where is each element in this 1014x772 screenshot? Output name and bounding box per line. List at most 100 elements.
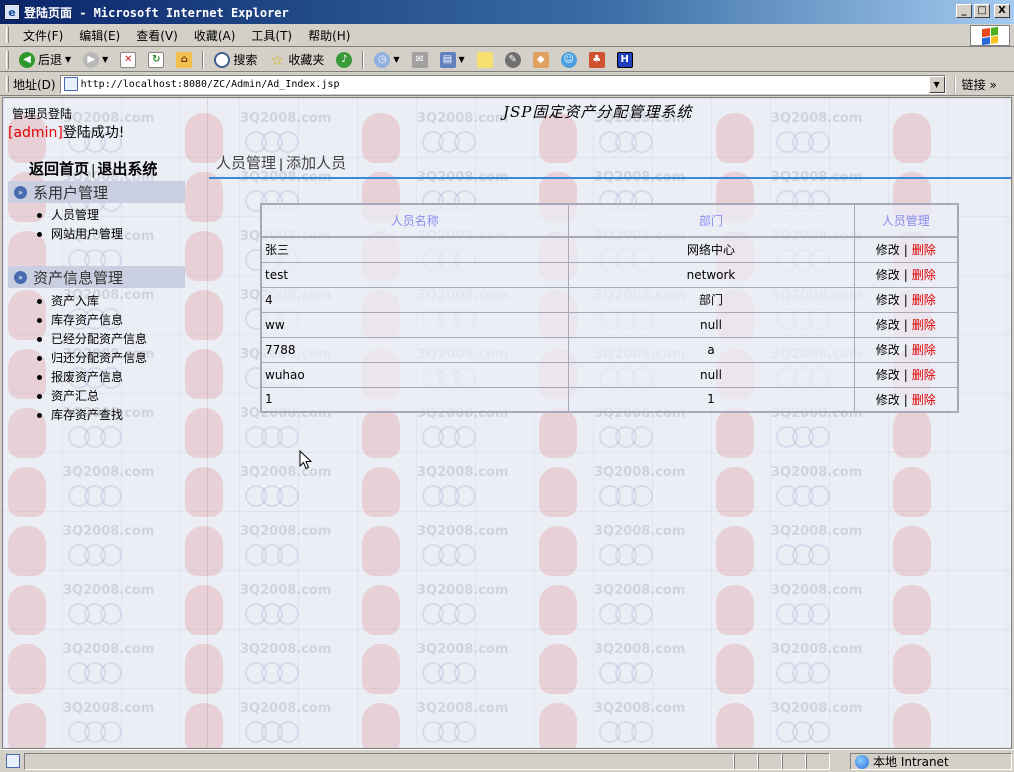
sidebar-item-site-users[interactable]: 网站用户管理 (36, 225, 123, 244)
media-button[interactable]: ♪ (332, 49, 356, 71)
address-input[interactable]: http://localhost:8080/ZC/Admin/Ad_Index.… (59, 74, 946, 94)
cell-department: 部门 (567, 286, 855, 313)
forward-button[interactable]: ▶ ▼ (79, 49, 112, 71)
status-bar: 本地 Intranet (0, 749, 1014, 772)
back-button[interactable]: ◀ 后退 ▼ (15, 49, 75, 71)
sidebar-item-scrapped-assets[interactable]: 报废资产信息 (36, 368, 147, 387)
menu-view[interactable]: 查看(V) (128, 27, 186, 44)
home-icon: ⌂ (176, 51, 193, 68)
messenger-button[interactable]: ☺ (557, 49, 581, 71)
sidebar-item-asset-inbound[interactable]: 资产入库 (36, 292, 147, 311)
print-dropdown-icon[interactable]: ▼ (459, 55, 465, 64)
edit-link[interactable]: 修改 (876, 368, 900, 382)
delete-link[interactable]: 删除 (912, 318, 936, 332)
intranet-globe-icon (855, 754, 869, 769)
status-text-cell (24, 752, 734, 770)
cell-department: 网络中心 (567, 236, 855, 263)
status-cell (782, 752, 806, 770)
search-label: 搜索 (233, 53, 258, 67)
home-link[interactable]: 返回首页 (29, 160, 89, 178)
search-icon (214, 51, 231, 68)
cell-department: network (567, 261, 855, 288)
discuss-button[interactable]: ✎ (501, 49, 525, 71)
table-row: test network 修改 | 删除 (260, 261, 959, 288)
history-dropdown-icon[interactable]: ▼ (393, 55, 399, 64)
page-icon (63, 77, 78, 91)
search-button[interactable]: 搜索 (210, 49, 261, 71)
edit-link[interactable]: 修改 (876, 343, 900, 357)
toolbar-separator (362, 50, 365, 69)
sidebar-item-stock-assets[interactable]: 库存资产信息 (36, 311, 147, 330)
minimize-button[interactable]: _ (956, 4, 972, 18)
back-label: 后退 (38, 53, 63, 67)
edit-page-icon (476, 51, 493, 68)
status-cell (758, 752, 782, 770)
addressbar-grip[interactable] (6, 76, 9, 92)
zone-label: 本地 Intranet (873, 755, 949, 769)
edit-page-button[interactable] (473, 49, 497, 71)
edit-link[interactable]: 修改 (876, 393, 900, 407)
menubar-grip[interactable] (6, 27, 9, 43)
cell-actions: 修改 | 删除 (853, 336, 959, 363)
page-viewport[interactable]: 3Q2008.com 3Q2008.com 3Q2008.com 3Q2008.com… (2, 97, 1012, 749)
edit-link[interactable]: 修改 (876, 268, 900, 282)
print-button[interactable]: ▤ ▼ (436, 49, 469, 71)
cell-person-name: wuhao (260, 361, 569, 388)
links-button[interactable]: 链接 » (953, 75, 997, 93)
menu-file[interactable]: 文件(F) (15, 27, 71, 44)
delete-link[interactable]: 删除 (912, 293, 936, 307)
col-header-name: 人员名称 (260, 203, 569, 238)
menu-edit[interactable]: 编辑(E) (71, 27, 128, 44)
sidebar-section-title: 资产信息管理 (33, 268, 124, 287)
menu-bar: 文件(F) 编辑(E) 查看(V) 收藏(A) 工具(T) 帮助(H) (0, 24, 1014, 47)
sidebar-item-allocated-assets[interactable]: 已经分配资产信息 (36, 330, 147, 349)
sidebar-item-returned-assets[interactable]: 归还分配资产信息 (36, 349, 147, 368)
sidebar-item-stock-search[interactable]: 库存资产查找 (36, 406, 147, 425)
toolbar-grip[interactable] (6, 50, 9, 69)
address-dropdown-button[interactable]: ▼ (928, 75, 945, 93)
edit-link[interactable]: 修改 (876, 318, 900, 332)
stop-button[interactable]: ✕ (116, 49, 140, 71)
logout-link[interactable]: 退出系统 (97, 160, 157, 178)
edit-link[interactable]: 修改 (876, 243, 900, 257)
history-button[interactable]: ◷ ▼ (370, 49, 403, 71)
tool-button[interactable]: ♣ (585, 49, 609, 71)
security-zone[interactable]: 本地 Intranet (850, 753, 1012, 770)
refresh-button[interactable]: ↻ (144, 49, 168, 71)
delete-link[interactable]: 删除 (912, 368, 936, 382)
cell-actions: 修改 | 删除 (853, 311, 959, 338)
forward-dropdown-icon[interactable]: ▼ (102, 55, 108, 64)
delete-link[interactable]: 删除 (912, 268, 936, 282)
delete-link[interactable]: 删除 (912, 393, 936, 407)
delete-link[interactable]: 删除 (912, 243, 936, 257)
messenger-icon: ☺ (560, 51, 577, 68)
menu-tools[interactable]: 工具(T) (243, 27, 300, 44)
delete-link[interactable]: 删除 (912, 343, 936, 357)
research-button[interactable]: ◆ (529, 49, 553, 71)
table-row: wuhao null 修改 | 删除 (260, 361, 959, 388)
cell-person-name: 张三 (260, 236, 569, 263)
h-button[interactable]: H (613, 49, 637, 71)
action-separator: | (903, 318, 908, 332)
stop-icon: ✕ (120, 51, 137, 68)
close-button[interactable]: X (994, 4, 1010, 18)
address-url[interactable]: http://localhost:8080/ZC/Admin/Ad_Index.… (81, 79, 340, 90)
page-status-icon (6, 754, 20, 768)
maximize-button[interactable]: □ (974, 4, 990, 18)
login-status: [admin]登陆成功! (8, 122, 124, 142)
tab-personnel-mgmt[interactable]: 人员管理 (216, 154, 276, 172)
favorites-button[interactable]: ☆ 收藏夹 (265, 49, 328, 71)
menu-help[interactable]: 帮助(H) (300, 27, 358, 44)
title-bar[interactable]: e 登陆页面 - Microsoft Internet Explorer _ □… (0, 0, 1014, 24)
mail-button[interactable]: ✉ (408, 49, 432, 71)
home-button[interactable]: ⌂ (172, 49, 196, 71)
windows-flag-icon (982, 26, 998, 45)
sidebar-section-user-mgmt[interactable]: » 系用户管理 (8, 181, 185, 203)
edit-link[interactable]: 修改 (876, 293, 900, 307)
tab-add-personnel[interactable]: 添加人员 (286, 154, 346, 172)
sidebar-item-asset-summary[interactable]: 资产汇总 (36, 387, 147, 406)
sidebar-item-personnel[interactable]: 人员管理 (36, 206, 123, 225)
menu-favorites[interactable]: 收藏(A) (186, 27, 244, 44)
back-dropdown-icon[interactable]: ▼ (65, 55, 71, 64)
sidebar-section-asset-info[interactable]: » 资产信息管理 (8, 266, 185, 288)
